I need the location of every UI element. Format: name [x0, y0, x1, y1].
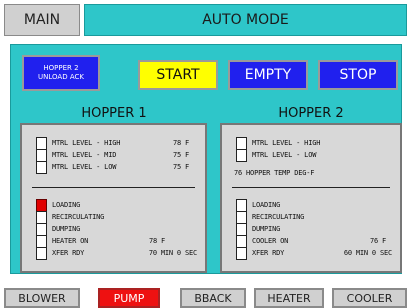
xfer-timer: 70 MIN 0 SEC — [148, 249, 197, 257]
status-label: COOLER ON — [252, 237, 289, 245]
hopper2-status-loading: LOADING — [222, 199, 400, 212]
hopper1-level-mid: MTRL LEVEL - MID 75 F — [22, 149, 205, 162]
hopper2-status-dumping: DUMPING — [222, 223, 400, 236]
hopper1-level-low: MTRL LEVEL - LOW 75 F — [22, 161, 205, 174]
divider — [232, 187, 390, 188]
cooler-temp: 76 F — [369, 237, 386, 245]
status-indicator — [236, 247, 247, 260]
hopper2-temp-row: 76 HOPPER TEMP DEG-F — [222, 169, 400, 181]
level-label: MTRL LEVEL - LOW — [252, 151, 317, 159]
pump-button[interactable]: PUMP — [98, 288, 160, 308]
hopper1-status-heater: HEATER ON 78 F — [22, 235, 205, 248]
blower-button[interactable]: BLOWER — [4, 288, 80, 308]
heater-button[interactable]: HEATER — [254, 288, 324, 308]
stop-button[interactable]: STOP — [318, 60, 398, 90]
status-label: DUMPING — [52, 225, 81, 233]
cooler-button[interactable]: COOLER — [332, 288, 407, 308]
status-label: XFER RDY — [52, 249, 85, 257]
hopper-ack-line1: HOPPER 2 — [43, 64, 79, 72]
status-label: HEATER ON — [52, 237, 89, 245]
hopper2-status-cooler: COOLER ON 76 F — [222, 235, 400, 248]
divider — [32, 187, 195, 188]
status-indicator — [36, 247, 47, 260]
level-label: MTRL LEVEL - LOW — [52, 163, 117, 171]
hopper1-panel: MTRL LEVEL - HIGH 78 F MTRL LEVEL - MID … — [20, 123, 207, 273]
hopper1-level-high: MTRL LEVEL - HIGH 78 F — [22, 137, 205, 150]
hopper1-status-recirculating: RECIRCULATING — [22, 211, 205, 224]
bback-button[interactable]: BBACK — [180, 288, 246, 308]
hopper1-status-dumping: DUMPING — [22, 223, 205, 236]
hopper-ack-line2: UNLOAD ACK — [38, 73, 84, 81]
level-label: MTRL LEVEL - HIGH — [252, 139, 321, 147]
start-button[interactable]: START — [138, 60, 218, 90]
hopper2-level-high: MTRL LEVEL - HIGH — [222, 137, 400, 150]
level-temp: 78 F — [172, 139, 189, 147]
hopper2-status-recirculating: RECIRCULATING — [222, 211, 400, 224]
hopper2-title: HOPPER 2 — [278, 105, 344, 121]
status-label: DUMPING — [252, 225, 281, 233]
level-indicator — [236, 149, 247, 162]
status-label: RECIRCULATING — [52, 213, 105, 221]
empty-button[interactable]: EMPTY — [228, 60, 308, 90]
xfer-timer: 60 MIN 0 SEC — [343, 249, 392, 257]
status-label: LOADING — [252, 201, 281, 209]
hopper1-status-loading: LOADING — [22, 199, 205, 212]
level-indicator — [36, 161, 47, 174]
hopper1-title: HOPPER 1 — [81, 105, 147, 121]
hopper-temp-readout: 76 HOPPER TEMP DEG-F — [234, 169, 315, 177]
mode-title-bar: AUTO MODE — [84, 4, 407, 36]
hopper2-level-low: MTRL LEVEL - LOW — [222, 149, 400, 162]
hopper1-status-xfer: XFER RDY 70 MIN 0 SEC — [22, 247, 205, 260]
hopper2-unload-ack-button[interactable]: HOPPER 2 UNLOAD ACK — [22, 55, 100, 91]
level-temp: 75 F — [172, 163, 189, 171]
hopper2-panel: MTRL LEVEL - HIGH MTRL LEVEL - LOW 76 HO… — [220, 123, 402, 273]
level-temp: 75 F — [172, 151, 189, 159]
main-button[interactable]: MAIN — [4, 4, 80, 36]
status-label: LOADING — [52, 201, 81, 209]
status-label: XFER RDY — [252, 249, 285, 257]
heater-temp: 78 F — [148, 237, 165, 245]
hopper2-status-xfer: XFER RDY 60 MIN 0 SEC — [222, 247, 400, 260]
status-label: RECIRCULATING — [252, 213, 305, 221]
level-label: MTRL LEVEL - HIGH — [52, 139, 121, 147]
level-label: MTRL LEVEL - MID — [52, 151, 117, 159]
